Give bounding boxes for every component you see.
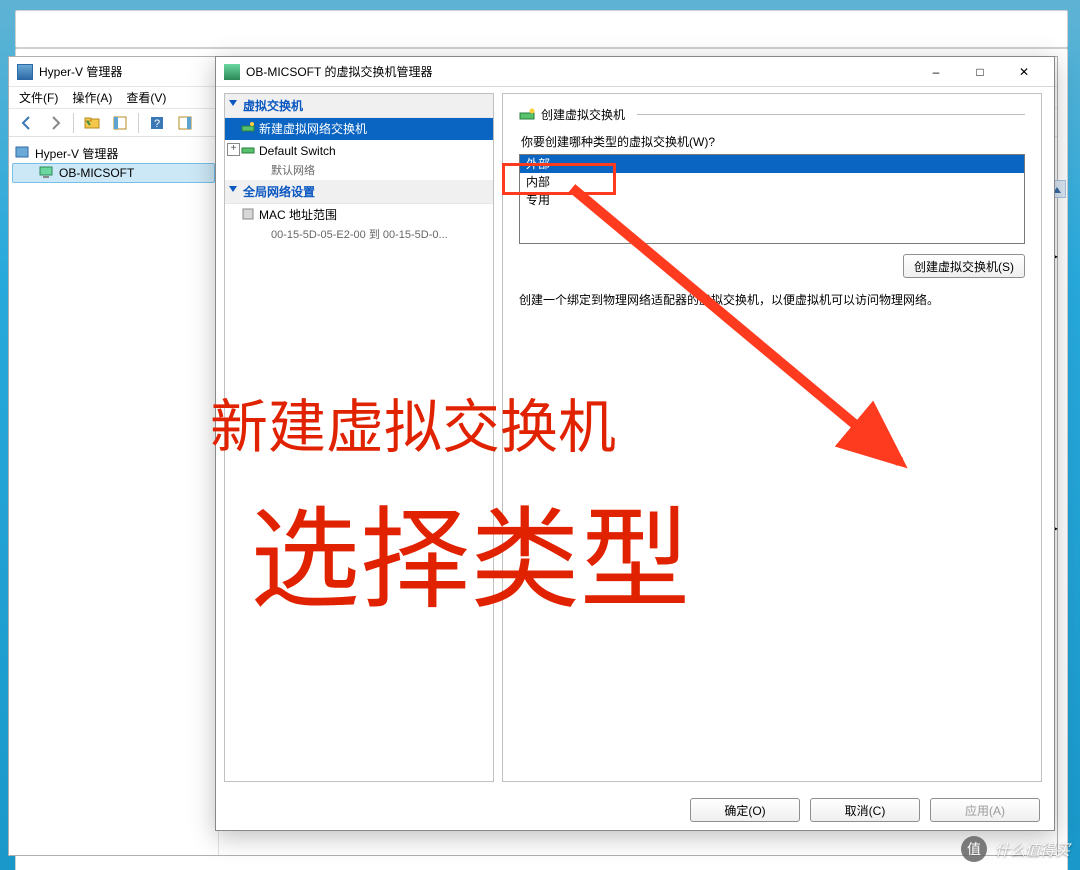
switch-type-description: 创建一个绑定到物理网络适配器的虚拟交换机，以便虚拟机可以访问物理网络。 — [519, 292, 1025, 309]
menu-view[interactable]: 查看(V) — [126, 89, 166, 106]
item-default-switch-sub: 默认网络 — [225, 162, 493, 180]
group-virtual-switches[interactable]: 虚拟交换机 — [225, 94, 493, 118]
toolbar-folder-icon[interactable] — [80, 112, 104, 134]
section-title: 创建虚拟交换机 — [541, 106, 625, 123]
watermark-text: 什么值得买 — [995, 839, 1070, 860]
tree-node-obmicsoft[interactable]: OB-MICSOFT — [12, 163, 215, 183]
nav-back-button[interactable] — [15, 112, 39, 134]
create-switch-icon — [519, 107, 535, 123]
item-default-switch[interactable]: Default Switch — [225, 140, 493, 162]
switch-manager-icon — [224, 64, 240, 80]
minimize-button[interactable]: – — [914, 58, 958, 86]
toolbar-view1-icon[interactable] — [108, 112, 132, 134]
tree-node-label: OB-MICSOFT — [59, 166, 134, 180]
ok-button[interactable]: 确定(O) — [690, 798, 800, 822]
mac-icon — [241, 207, 255, 221]
cancel-button[interactable]: 取消(C) — [810, 798, 920, 822]
menu-file[interactable]: 文件(F) — [19, 89, 58, 106]
tree-root[interactable]: Hyper-V 管理器 — [9, 143, 218, 163]
group-global-network[interactable]: 全局网络设置 — [225, 180, 493, 204]
server-icon — [15, 146, 31, 160]
divider — [637, 114, 1025, 115]
item-label: MAC 地址范围 — [259, 208, 337, 222]
menu-action[interactable]: 操作(A) — [72, 89, 112, 106]
dialog-footer: 确定(O) 取消(C) 应用(A) — [216, 790, 1054, 830]
option-external[interactable]: 外部 — [520, 155, 1024, 173]
watermark-badge-icon: 值 — [961, 836, 987, 862]
option-internal[interactable]: 内部 — [520, 173, 1024, 191]
switch-type-listbox[interactable]: 外部 内部 专用 — [519, 154, 1025, 244]
item-label: 新建虚拟网络交换机 — [259, 122, 367, 136]
toolbar-help-icon[interactable]: ? — [145, 112, 169, 134]
dialog-title: OB-MICSOFT 的虚拟交换机管理器 — [246, 63, 432, 80]
close-button[interactable]: ✕ — [1002, 58, 1046, 86]
apply-button[interactable]: 应用(A) — [930, 798, 1040, 822]
dialog-left-tree: 虚拟交换机 新建虚拟网络交换机 Default Switch 默认网络 全局网络… — [224, 93, 494, 782]
option-private[interactable]: 专用 — [520, 191, 1024, 209]
watermark: 值 什么值得买 — [961, 836, 1070, 862]
svg-text:?: ? — [154, 118, 160, 130]
dialog-titlebar[interactable]: OB-MICSOFT 的虚拟交换机管理器 – □ ✕ — [216, 57, 1054, 87]
hyperv-tree: Hyper-V 管理器 OB-MICSOFT — [9, 139, 219, 855]
hyperv-icon — [17, 64, 33, 80]
virtual-switch-manager-dialog: OB-MICSOFT 的虚拟交换机管理器 – □ ✕ 虚拟交换机 新建虚拟网络交… — [215, 56, 1055, 831]
toolbar-view2-icon[interactable] — [173, 112, 197, 134]
item-mac-range[interactable]: MAC 地址范围 — [225, 204, 493, 226]
nav-forward-button[interactable] — [43, 112, 67, 134]
tree-root-label: Hyper-V 管理器 — [35, 145, 118, 162]
switch-icon — [241, 143, 255, 157]
item-mac-range-sub: 00-15-5D-05-E2-00 到 00-15-5D-0... — [225, 226, 493, 244]
create-virtual-switch-button[interactable]: 创建虚拟交换机(S) — [903, 254, 1025, 278]
computer-icon — [39, 166, 55, 180]
maximize-button[interactable]: □ — [958, 58, 1002, 86]
item-new-virtual-switch[interactable]: 新建虚拟网络交换机 — [225, 118, 493, 140]
hyperv-title: Hyper-V 管理器 — [39, 63, 122, 80]
switch-type-question: 你要创建哪种类型的虚拟交换机(W)? — [521, 133, 1025, 150]
new-switch-icon — [241, 121, 255, 135]
dialog-right-pane: 创建虚拟交换机 你要创建哪种类型的虚拟交换机(W)? 外部 内部 专用 创建虚拟… — [502, 93, 1042, 782]
item-label: Default Switch — [259, 144, 336, 158]
